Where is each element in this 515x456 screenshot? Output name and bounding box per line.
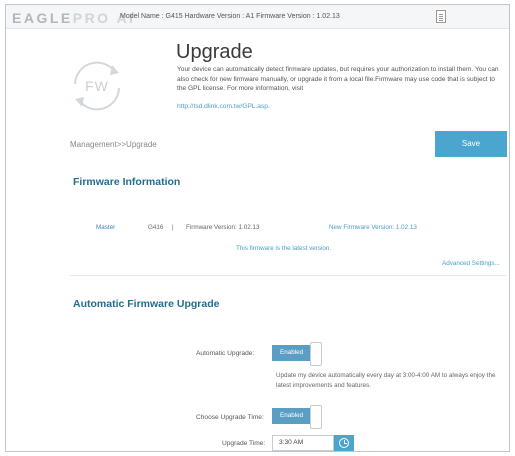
upgrade-time-input[interactable]: 3:30 AM (272, 435, 334, 451)
router-admin-window: EAGLEPRO AI Model Name : G415 Hardware V… (5, 4, 510, 452)
automatic-upgrade-title: Automatic Firmware Upgrade (73, 298, 220, 310)
fw-badge-label: FW (85, 78, 109, 94)
automatic-upgrade-description: Update my device automatically every day… (276, 372, 496, 389)
new-firmware-version: New Firmware Version: 1.02.13 (329, 224, 417, 231)
master-label: Master (96, 224, 116, 231)
clock-icon (339, 438, 349, 448)
choose-upgrade-time-label: Choose Upgrade Time: (196, 414, 264, 421)
breadcrumb[interactable]: Management>>Upgrade (70, 140, 157, 149)
latest-version-message: This firmware is the latest version. (236, 245, 332, 252)
advanced-settings-link[interactable]: Advanced Settings... (442, 260, 500, 267)
info-separator: | (172, 224, 174, 231)
firmware-information-title: Firmware Information (73, 176, 181, 188)
save-button[interactable]: Save (435, 131, 507, 157)
brand-name-primary: EAGLE (12, 10, 73, 26)
device-model: G416 (148, 224, 164, 231)
brand-logo: EAGLEPRO AI (12, 10, 135, 26)
document-icon[interactable] (436, 10, 446, 23)
gpl-link[interactable]: http://tsd.dlink.com.tw/GPL.asp. (177, 103, 270, 110)
automatic-upgrade-label: Automatic Upgrade: (196, 350, 255, 357)
page-title: Upgrade (176, 41, 253, 63)
automatic-upgrade-toggle[interactable]: Enabled (272, 342, 322, 366)
choose-upgrade-time-toggle[interactable]: Enabled (272, 405, 322, 429)
top-header-bar: EAGLEPRO AI Model Name : G415 Hardware V… (6, 5, 509, 29)
current-firmware-version: Firmware Version: 1.02.13 (186, 224, 260, 231)
upgrade-time-label: Upgrade Time: (222, 440, 266, 447)
section-divider (70, 275, 506, 276)
model-info-text: Model Name : G415 Hardware Version : A1 … (120, 13, 340, 20)
firmware-badge: FW (65, 54, 129, 118)
time-picker-button[interactable] (334, 435, 354, 451)
intro-text: Your device can automatically detect fir… (177, 66, 499, 93)
